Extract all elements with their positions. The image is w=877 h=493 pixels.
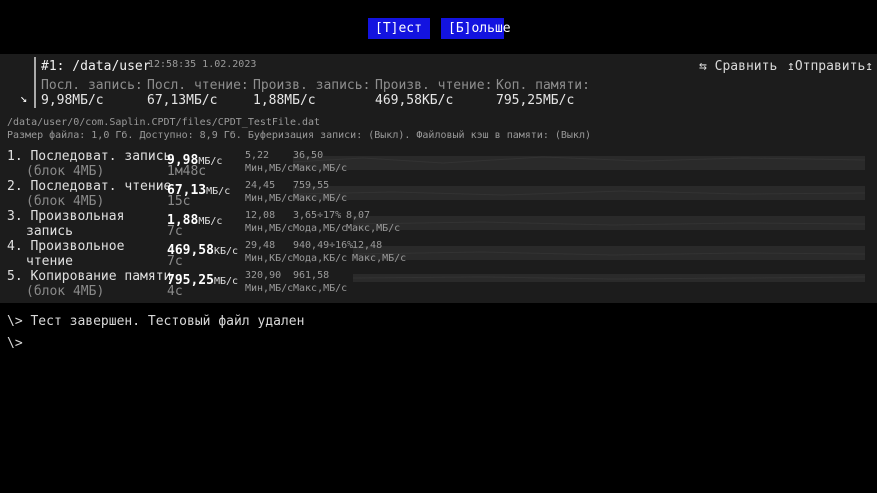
col-seq-write-label: Посл. запись: xyxy=(41,78,143,93)
col-seq-read-label: Посл. чтение: xyxy=(147,78,249,93)
test-subtitle: (блок 4МБ) xyxy=(26,164,105,179)
results-panel: ↘ #1: /data/user 12:58:35 1.02.2023 ⇆ Ср… xyxy=(0,54,877,303)
test-unit: МБ/с xyxy=(198,216,223,227)
stat-max: 961,58 xyxy=(293,270,330,281)
file-path: /data/user/0/com.Saplin.CPDT/files/CPDT_… xyxy=(7,117,321,128)
test-name: 4. Произвольное xyxy=(7,239,125,254)
test-name: 2. Последоват. чтение xyxy=(7,179,172,194)
col-mem-copy-value: 795,25МБ/с xyxy=(496,93,575,108)
stat-max: 8,07 xyxy=(346,210,371,221)
history-selection-bar xyxy=(34,57,36,108)
stat-max-label: Макс,МБ/с xyxy=(293,193,348,204)
stat-max-label: Макс,МБ/с xyxy=(352,253,407,264)
test-subtitle: (блок 4МБ) xyxy=(26,194,105,209)
stat-max: 12,48 xyxy=(352,240,383,251)
stat-mode: 3,65÷17% xyxy=(293,210,342,221)
history-timestamp: 12:58:35 1.02.2023 xyxy=(148,59,257,70)
top-toolbar: [Т]ест [Б]ольше xyxy=(0,0,877,54)
test-duration: 7с xyxy=(167,224,183,239)
test-name: 5. Копирование памяти xyxy=(7,269,172,284)
col-rand-read-label: Произв. чтение: xyxy=(375,78,493,93)
test-button[interactable]: [Т]ест xyxy=(368,18,430,39)
log-prompt[interactable]: \> xyxy=(7,336,23,351)
stat-mode-label: Мода,МБ/с xyxy=(293,223,348,234)
test-unit: МБ/с xyxy=(213,276,239,287)
test-unit: МБ/с xyxy=(206,186,231,197)
test-duration: 1м48с xyxy=(167,164,207,179)
expand-arrow-icon[interactable]: ↘ xyxy=(20,91,27,105)
col-seq-write-value: 9,98МБ/с xyxy=(41,93,104,108)
test-subtitle: (блок 4МБ) xyxy=(26,284,105,299)
stat-min-label: Мин,МБ/с xyxy=(245,163,294,174)
file-info: Размер файла: 1,0 Гб. Доступно: 8,9 Гб. … xyxy=(7,130,591,141)
graph-seq-read xyxy=(293,186,865,200)
col-rand-write-value: 1,88МБ/с xyxy=(253,93,316,108)
stat-min-label: Мин,МБ/с xyxy=(245,223,294,234)
stat-mode: 940,49÷16% xyxy=(293,240,354,251)
col-mem-copy-label: Коп. памяти: xyxy=(496,78,590,93)
test-name: 3. Произвольная xyxy=(7,209,125,224)
test-subtitle: чтение xyxy=(26,254,73,269)
send-button[interactable]: ↥Отправить↥ xyxy=(787,59,873,74)
stat-mode-label: Мода,КБ/с xyxy=(293,253,348,264)
stat-max-label: Макс,МБ/с xyxy=(346,223,401,234)
col-seq-read-value: 67,13МБ/с xyxy=(147,93,218,108)
stat-min: 24,45 xyxy=(245,180,276,191)
stat-max-label: Макс,МБ/с xyxy=(293,163,348,174)
stat-max-label: Макс,МБ/с xyxy=(293,283,348,294)
log-line-result: \> Тест завершен. Тестовый файл удален xyxy=(7,314,305,329)
more-button[interactable]: [Б]ольше xyxy=(441,18,511,39)
col-rand-read-value: 469,58КБ/с xyxy=(375,93,454,108)
stat-min: 5,22 xyxy=(245,150,270,161)
history-title: #1: /data/user xyxy=(41,59,151,74)
stat-min-label: Мин,МБ/с xyxy=(245,283,294,294)
test-duration: 4с xyxy=(167,284,183,299)
stat-min: 29,48 xyxy=(245,240,276,251)
compare-button[interactable]: ⇆ Сравнить xyxy=(699,59,777,74)
stat-max: 759,55 xyxy=(293,180,330,191)
stat-min-label: Мин,МБ/с xyxy=(245,193,294,204)
stat-min-label: Мин,КБ/с xyxy=(245,253,294,264)
test-unit: КБ/с xyxy=(213,246,239,257)
test-duration: 7с xyxy=(167,254,183,269)
test-duration: 15с xyxy=(167,194,191,209)
stat-max: 36,50 xyxy=(293,150,324,161)
col-rand-write-label: Произв. запись: xyxy=(253,78,371,93)
stat-min: 320,90 xyxy=(245,270,282,281)
test-name: 1. Последоват. запись xyxy=(7,149,172,164)
stat-min: 12,08 xyxy=(245,210,276,221)
test-subtitle: запись xyxy=(26,224,73,239)
